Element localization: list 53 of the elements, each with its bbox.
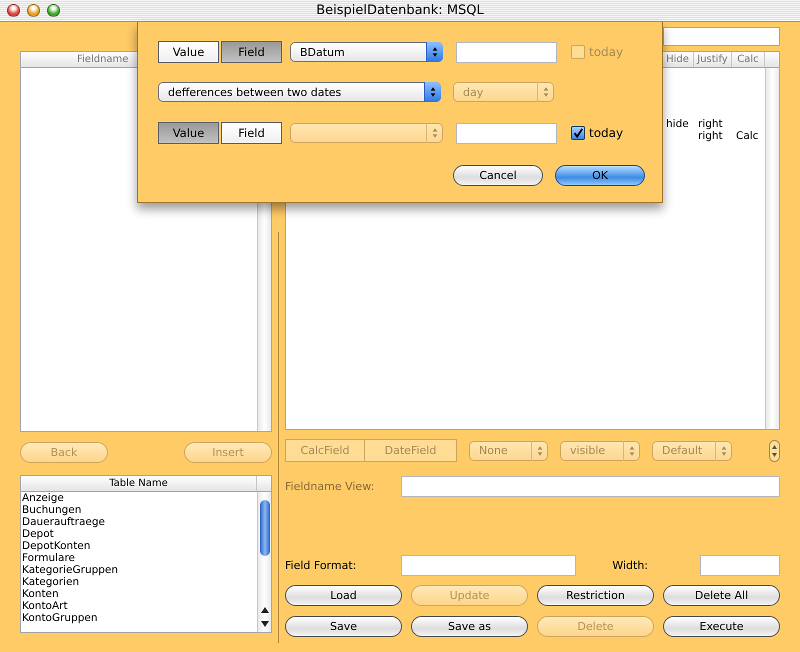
width-field[interactable] bbox=[700, 555, 780, 576]
mode-toggle[interactable]: Field bbox=[221, 41, 282, 63]
action-button[interactable]: Save as bbox=[411, 616, 528, 637]
value-field[interactable] bbox=[456, 42, 557, 62]
action-button[interactable]: Execute bbox=[663, 616, 780, 637]
table-name-item[interactable]: KontoGruppen bbox=[22, 612, 257, 624]
field-label: Field Format: bbox=[285, 559, 358, 572]
table-name-item[interactable]: DepotKonten bbox=[22, 540, 257, 552]
field-popup[interactable]: BDatum bbox=[290, 42, 443, 62]
dialog-button[interactable]: Cancel bbox=[453, 164, 543, 186]
field-format-field[interactable] bbox=[401, 555, 576, 576]
stepper-arrows-icon bbox=[424, 82, 441, 102]
scrollbar[interactable] bbox=[765, 68, 779, 429]
mode-toggle[interactable]: Field bbox=[221, 122, 282, 144]
field-label: Fieldname View: bbox=[285, 480, 376, 493]
checkbox-label: today bbox=[589, 126, 624, 140]
table-name-item[interactable]: KontoArt bbox=[22, 600, 257, 612]
zoom-icon[interactable] bbox=[47, 4, 60, 17]
table-cell: hide bbox=[666, 118, 689, 130]
table-name-item[interactable]: Konten bbox=[22, 588, 257, 600]
mode-toggle[interactable]: Value bbox=[158, 41, 219, 63]
table-name-item[interactable]: Formulare bbox=[22, 552, 257, 564]
minimize-icon[interactable] bbox=[27, 4, 40, 17]
window-title: BeispielDatenbank: MSQL bbox=[316, 3, 484, 18]
table-name-item[interactable]: Buchungen bbox=[22, 504, 257, 516]
table-name-item[interactable]: Anzeige bbox=[22, 492, 257, 504]
column-header[interactable]: Fieldname bbox=[77, 54, 128, 65]
table-name-item[interactable]: Kategorien bbox=[22, 576, 257, 588]
table-cell: right bbox=[698, 130, 723, 142]
dialog-button[interactable]: OK bbox=[555, 164, 645, 186]
action-button[interactable]: Load bbox=[285, 585, 402, 606]
action-button[interactable]: Restriction bbox=[537, 585, 654, 606]
column-header[interactable]: Calc bbox=[732, 52, 765, 67]
table-cell: Calc bbox=[736, 130, 758, 142]
mode-toggle[interactable]: Value bbox=[158, 122, 219, 144]
value-field[interactable] bbox=[456, 122, 557, 144]
column-header[interactable]: Justify bbox=[694, 52, 732, 67]
today-checkbox[interactable] bbox=[571, 126, 585, 140]
field-label: Width: bbox=[612, 559, 648, 572]
table-name-item[interactable]: KategorieGruppen bbox=[22, 564, 257, 576]
table-name-item[interactable]: Dauerauftraege bbox=[22, 516, 257, 528]
close-icon[interactable] bbox=[7, 4, 20, 17]
stepper-icon[interactable] bbox=[769, 440, 780, 462]
action-button[interactable]: Save bbox=[285, 616, 402, 637]
text-field[interactable] bbox=[663, 27, 780, 46]
table-name-item[interactable]: Depot bbox=[22, 528, 257, 540]
operation-popup[interactable]: defferences between two dates bbox=[158, 82, 441, 102]
scrollbar[interactable] bbox=[257, 492, 271, 632]
table-cell: right bbox=[698, 118, 723, 130]
table-list[interactable]: Table Name Anzeige Buchungen Dauerauftraege Depot DepotKonten Formulare KategorieGruppen Kategorien Konten KontoArt KontoGruppen bbox=[20, 475, 272, 633]
stepper-arrows-icon bbox=[426, 42, 443, 62]
fieldname-view-field[interactable] bbox=[401, 476, 780, 497]
action-button[interactable]: Delete All bbox=[663, 585, 780, 606]
